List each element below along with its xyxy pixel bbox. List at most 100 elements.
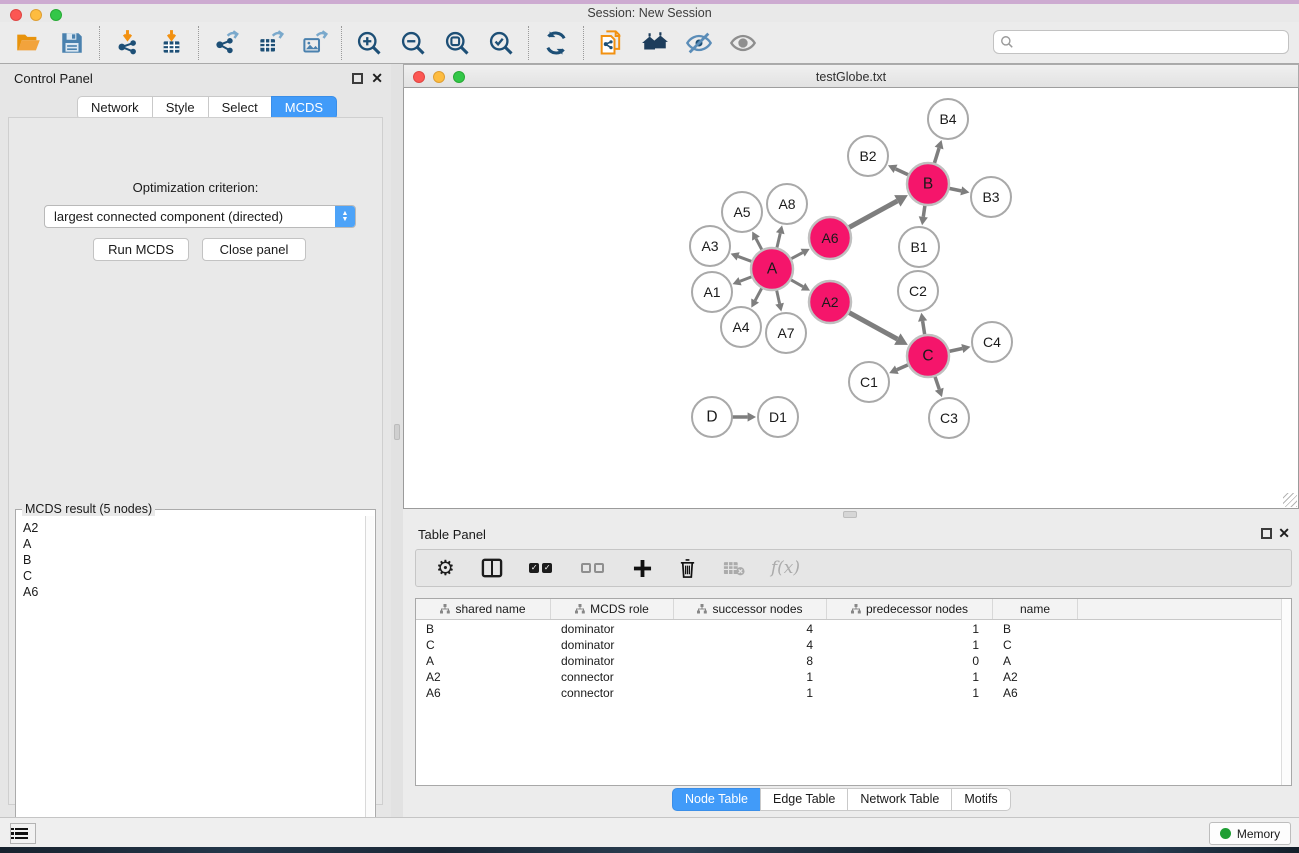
- float-panel-icon[interactable]: [352, 73, 363, 84]
- table-cell[interactable]: C: [993, 638, 1078, 652]
- duplicate-network-icon[interactable]: [597, 29, 625, 57]
- zoom-out-icon[interactable]: [399, 29, 427, 57]
- list-item[interactable]: A: [23, 536, 359, 552]
- graph-node-A3[interactable]: A3: [690, 226, 730, 266]
- split-view-icon[interactable]: [481, 558, 503, 578]
- export-image-icon[interactable]: [300, 29, 328, 57]
- float-panel-icon[interactable]: [1261, 528, 1272, 539]
- zoom-selected-icon[interactable]: [487, 29, 515, 57]
- resize-grip-icon[interactable]: [1283, 493, 1297, 507]
- network-canvas[interactable]: B4B2BB3A5A8A6A3AB1A1A2C2A4A7C4C1CC3DD1: [403, 88, 1299, 509]
- table-row[interactable]: Cdominator41C: [416, 637, 1078, 653]
- table-cell[interactable]: B: [993, 622, 1078, 636]
- graph-node-A8[interactable]: A8: [767, 184, 807, 224]
- optimization-criterion-dropdown[interactable]: largest connected component (directed) ▲…: [44, 205, 356, 228]
- graph-node-B4[interactable]: B4: [928, 99, 968, 139]
- graph-node-B1[interactable]: B1: [899, 227, 939, 267]
- splitter-grip[interactable]: [843, 511, 857, 518]
- vertical-splitter[interactable]: [391, 64, 403, 817]
- list-item[interactable]: C: [23, 568, 359, 584]
- close-panel-icon[interactable]: ✕: [1278, 525, 1290, 542]
- search-field[interactable]: [993, 30, 1289, 54]
- tab-node-table[interactable]: Node Table: [672, 788, 761, 811]
- graph-node-A5[interactable]: A5: [722, 192, 762, 232]
- graph-node-D1[interactable]: D1: [758, 397, 798, 437]
- table-cell[interactable]: 1: [827, 638, 993, 652]
- home-view-icon[interactable]: [641, 29, 669, 57]
- save-session-icon[interactable]: [58, 29, 86, 57]
- table-cell[interactable]: 8: [674, 654, 827, 668]
- graph-node-C3[interactable]: C3: [929, 398, 969, 438]
- table-cell[interactable]: dominator: [551, 622, 674, 636]
- list-item[interactable]: A2: [23, 520, 359, 536]
- table-row[interactable]: A2connector11A2: [416, 669, 1078, 685]
- table-cell[interactable]: A: [416, 654, 551, 668]
- mcds-result-list[interactable]: A2 A B C A6: [17, 516, 365, 847]
- table-cell[interactable]: 1: [827, 622, 993, 636]
- export-table-icon[interactable]: [256, 29, 284, 57]
- table-cell[interactable]: A2: [993, 670, 1078, 684]
- open-file-icon[interactable]: [14, 29, 42, 57]
- scrollbar[interactable]: [1281, 599, 1291, 785]
- table-cell[interactable]: A2: [416, 670, 551, 684]
- table-cell[interactable]: B: [416, 622, 551, 636]
- table-cell[interactable]: connector: [551, 686, 674, 700]
- table-cell[interactable]: A6: [416, 686, 551, 700]
- graph-node-C2[interactable]: C2: [898, 271, 938, 311]
- table-cell[interactable]: 1: [674, 670, 827, 684]
- table-cell[interactable]: connector: [551, 670, 674, 684]
- import-table-icon[interactable]: [157, 29, 185, 57]
- show-view-icon[interactable]: [729, 29, 757, 57]
- table-cell[interactable]: 1: [827, 686, 993, 700]
- tab-network-table[interactable]: Network Table: [847, 788, 952, 811]
- zoom-fit-icon[interactable]: [443, 29, 471, 57]
- memory-button[interactable]: Memory: [1209, 822, 1291, 845]
- export-network-icon[interactable]: [212, 29, 240, 57]
- column-header[interactable]: MCDS role: [551, 599, 674, 619]
- graph-node-C[interactable]: C: [907, 335, 949, 377]
- zoom-in-icon[interactable]: [355, 29, 383, 57]
- deselect-all-icon[interactable]: [581, 563, 607, 573]
- table-cell[interactable]: A6: [993, 686, 1078, 700]
- list-item[interactable]: B: [23, 552, 359, 568]
- add-icon[interactable]: [633, 559, 652, 578]
- gear-icon[interactable]: ⚙: [436, 558, 455, 578]
- graph-node-D[interactable]: D: [692, 397, 732, 437]
- column-header[interactable]: name: [993, 599, 1078, 619]
- column-header[interactable]: successor nodes: [674, 599, 827, 619]
- graph-node-A7[interactable]: A7: [766, 313, 806, 353]
- scrollbar[interactable]: [365, 516, 374, 847]
- table-row[interactable]: A6connector11A6: [416, 685, 1078, 701]
- graph-node-B3[interactable]: B3: [971, 177, 1011, 217]
- hide-view-icon[interactable]: [685, 29, 713, 57]
- table-cell[interactable]: 0: [827, 654, 993, 668]
- graph-node-C4[interactable]: C4: [972, 322, 1012, 362]
- splitter-grip[interactable]: [394, 424, 400, 440]
- graph-node-B2[interactable]: B2: [848, 136, 888, 176]
- graph-node-A[interactable]: A: [751, 248, 793, 290]
- graph-node-A4[interactable]: A4: [721, 307, 761, 347]
- graph-node-B[interactable]: B: [907, 163, 949, 205]
- table-cell[interactable]: 4: [674, 622, 827, 636]
- import-network-icon[interactable]: [113, 29, 141, 57]
- tab-edge-table[interactable]: Edge Table: [760, 788, 848, 811]
- node-table[interactable]: shared name MCDS role successor nodes pr…: [415, 598, 1292, 786]
- search-input[interactable]: [1018, 35, 1282, 49]
- column-header[interactable]: predecessor nodes: [827, 599, 993, 619]
- table-cell[interactable]: 4: [674, 638, 827, 652]
- table-cell[interactable]: 1: [827, 670, 993, 684]
- list-item[interactable]: A6: [23, 584, 359, 600]
- close-panel-icon[interactable]: ✕: [371, 70, 383, 87]
- table-cell[interactable]: dominator: [551, 638, 674, 652]
- table-row[interactable]: Adominator80A: [416, 653, 1078, 669]
- close-panel-button[interactable]: Close panel: [202, 238, 306, 261]
- run-mcds-button[interactable]: Run MCDS: [93, 238, 189, 261]
- graph-node-C1[interactable]: C1: [849, 362, 889, 402]
- table-cell[interactable]: A: [993, 654, 1078, 668]
- table-cell[interactable]: C: [416, 638, 551, 652]
- graph-node-A1[interactable]: A1: [692, 272, 732, 312]
- horizontal-splitter[interactable]: [403, 509, 1299, 521]
- column-header[interactable]: shared name: [416, 599, 551, 619]
- table-cell[interactable]: dominator: [551, 654, 674, 668]
- select-all-icon[interactable]: [529, 563, 555, 573]
